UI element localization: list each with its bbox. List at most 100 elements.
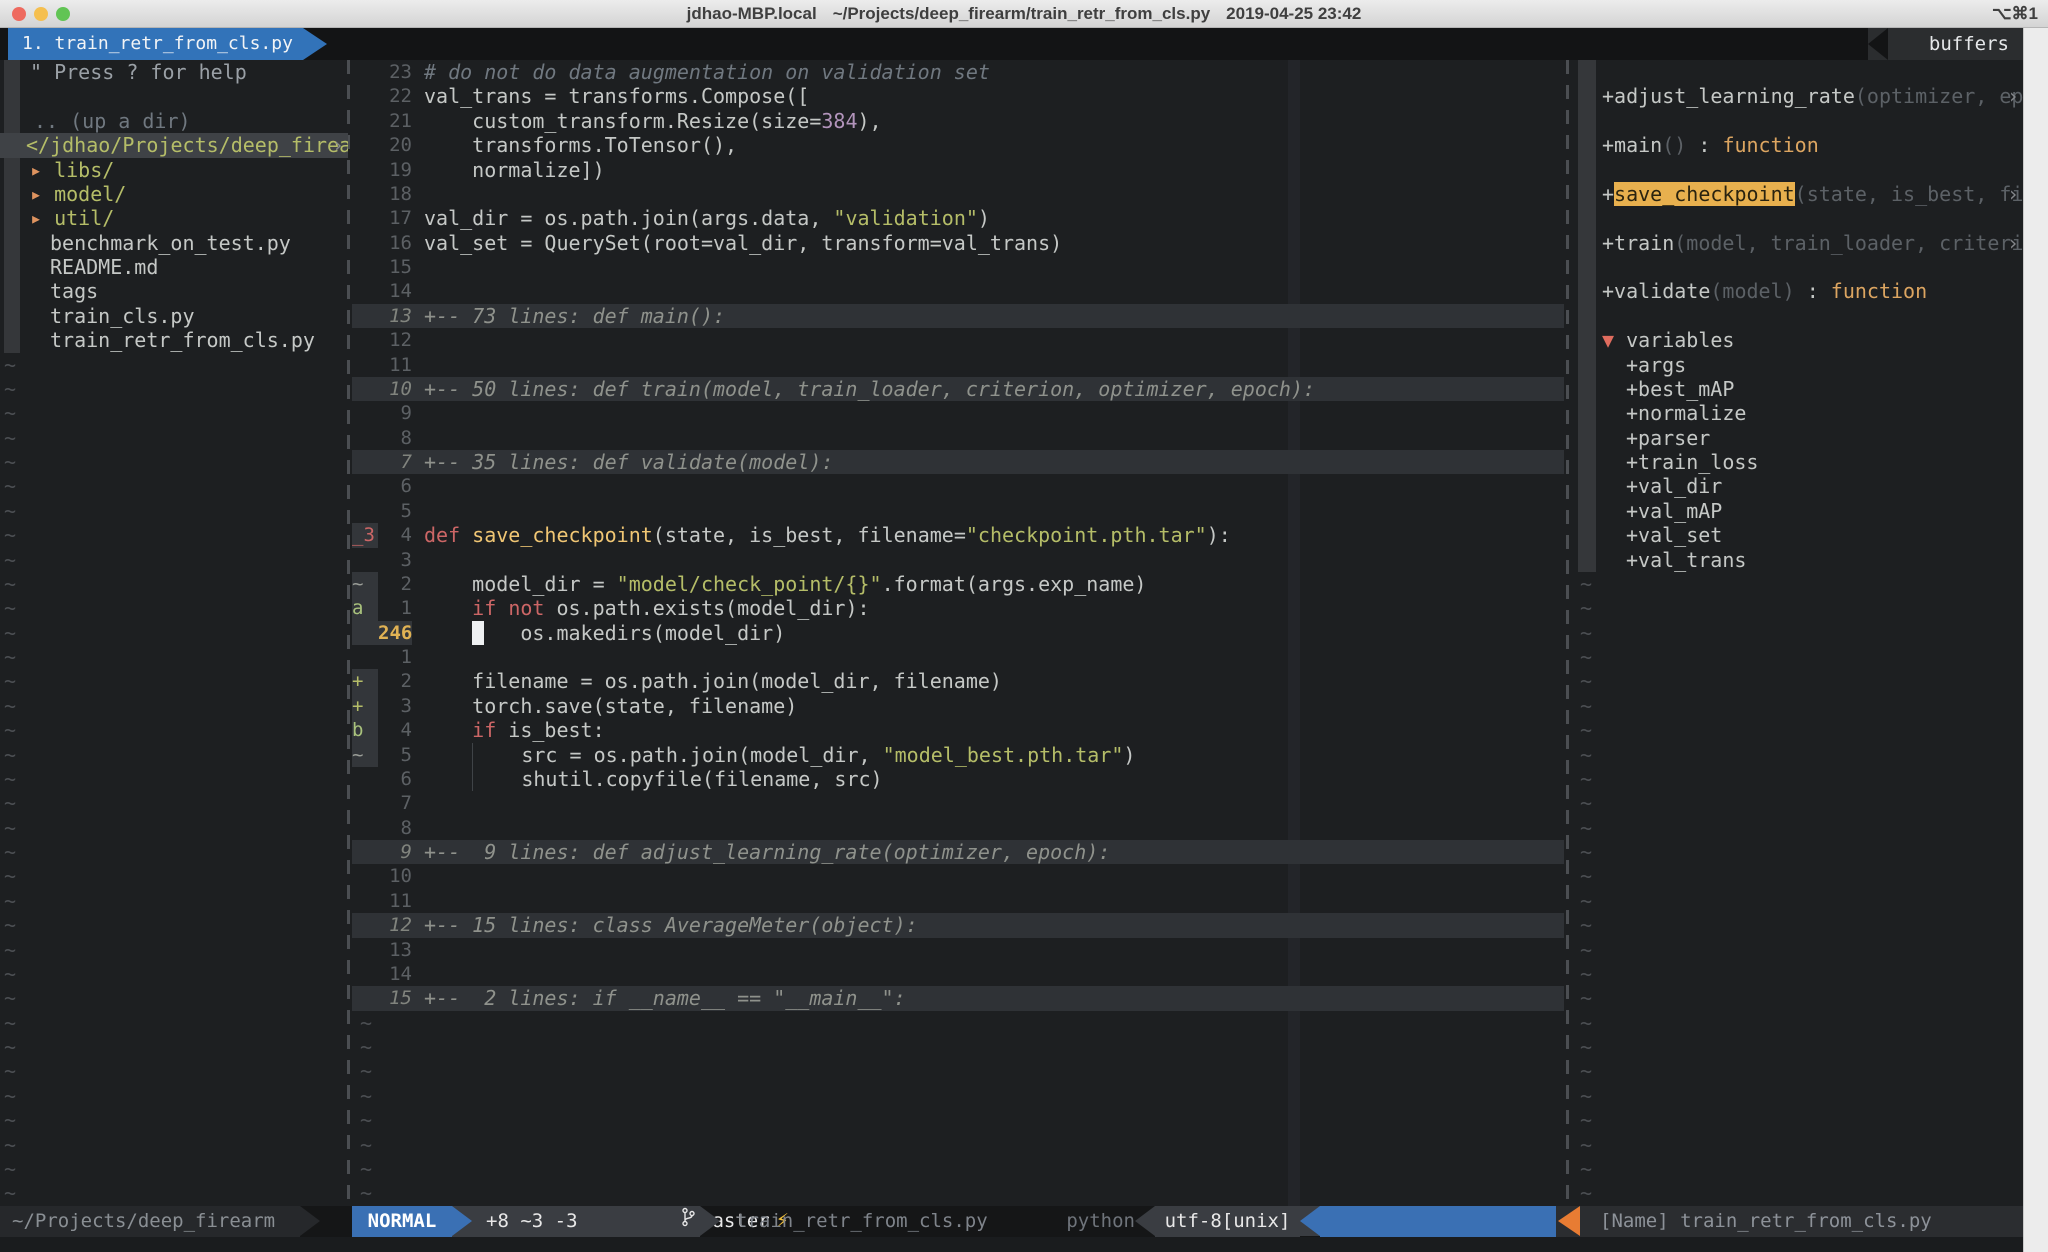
tree-item[interactable]: README.md: [0, 255, 348, 279]
code-line[interactable]: 9: [352, 401, 1564, 425]
ndhelp-text: " Press ? for help: [30, 60, 247, 84]
line-number: 12: [378, 913, 412, 937]
fold-line[interactable]: 9+-- 9 lines: def adjust_learning_rate(o…: [352, 840, 1564, 864]
code-line[interactable]: 246 os.makedirs(model_dir): [352, 621, 1564, 645]
code-line[interactable]: ~2 model_dir = "model/check_point/{}".fo…: [352, 572, 1564, 596]
tag-item[interactable]: +args: [1576, 353, 2023, 377]
fg-text: model_dir =: [424, 572, 617, 596]
fg-text: ~: [352, 1035, 372, 1059]
fold-line[interactable]: 7+-- 35 lines: def validate(model):: [352, 450, 1564, 474]
gutter-sign: [352, 401, 378, 425]
tree-item[interactable]: ▸ model/: [0, 182, 348, 206]
code-line[interactable]: +3 torch.save(state, filename): [352, 694, 1564, 718]
tag-item[interactable]: +main() : function: [1576, 133, 2023, 157]
code-line[interactable]: 20 transforms.ToTensor(),: [352, 133, 1564, 157]
tag-item[interactable]: +normalize: [1576, 401, 2023, 425]
line-number: 15: [378, 255, 412, 279]
line-number: 6: [378, 474, 412, 498]
fold-line[interactable]: 13+-- 73 lines: def main():: [352, 304, 1564, 328]
tn-text: +val_set: [1626, 523, 1722, 547]
code-line[interactable]: 21 custom_transform.Resize(size=384),: [352, 109, 1564, 133]
code-line[interactable]: 16val_set = QuerySet(root=val_dir, trans…: [352, 231, 1564, 255]
code-line[interactable]: 12: [352, 328, 1564, 352]
tag-item[interactable]: +train_loss: [1576, 450, 2023, 474]
tree-item[interactable]: train_cls.py: [0, 304, 348, 328]
tag-item[interactable]: +parser: [1576, 426, 2023, 450]
tab-active-buffer[interactable]: 1. train_retr_from_cls.py: [8, 28, 303, 60]
code-line[interactable]: _34def save_checkpoint(state, is_best, f…: [352, 523, 1564, 547]
tree-item[interactable]: train_retr_from_cls.py: [0, 328, 348, 352]
line-number: 2: [378, 669, 412, 693]
tree-item[interactable]: .. (up a dir): [0, 109, 348, 133]
tag-item[interactable]: +train(model, train_loader, criterio›: [1576, 231, 2023, 255]
tree-item[interactable]: </jdhao/Projects/deep_firear›: [0, 133, 348, 157]
scrollbar-track[interactable]: [2023, 28, 2048, 1252]
tv-text: ▼: [1602, 328, 1626, 352]
code-line[interactable]: 6 shutil.copyfile(filename, src): [352, 767, 1564, 791]
code-line[interactable]: 11: [352, 353, 1564, 377]
ts-text: (): [1662, 133, 1686, 157]
code-line[interactable]: +2 filename = os.path.join(model_dir, fi…: [352, 669, 1564, 693]
code-line[interactable]: 6: [352, 474, 1564, 498]
code-line[interactable]: 17val_dir = os.path.join(args.data, "val…: [352, 206, 1564, 230]
tag-item[interactable]: +adjust_learning_rate(optimizer, epo›: [1576, 84, 2023, 108]
tn-text: +: [1602, 182, 1614, 206]
tag-item[interactable]: ▼ variables: [1576, 328, 2023, 352]
tag-item[interactable]: +validate(model) : function: [1576, 279, 2023, 303]
tag-item[interactable]: +val_dir: [1576, 474, 2023, 498]
tag-item[interactable]: +val_set: [1576, 523, 2023, 547]
code-line[interactable]: 19 normalize]): [352, 158, 1564, 182]
code-line[interactable]: 10: [352, 864, 1564, 888]
code-line[interactable]: 7: [352, 791, 1564, 815]
fg-text: ):: [1207, 523, 1231, 547]
code-line[interactable]: 22val_trans = transforms.Compose([: [352, 84, 1564, 108]
empty-buffer-line: ~: [1576, 1108, 2023, 1132]
empty-buffer-line: ~: [352, 1133, 1564, 1157]
buffers-label[interactable]: buffers: [1868, 28, 2023, 60]
code-line[interactable]: ~5 src = os.path.join(model_dir, "model_…: [352, 743, 1564, 767]
code-line[interactable]: 14: [352, 279, 1564, 303]
window-separator[interactable]: [1566, 60, 1569, 1206]
code-line[interactable]: 3: [352, 548, 1564, 572]
line-number: 20: [378, 133, 412, 157]
code-line[interactable]: 8: [352, 426, 1564, 450]
code-line[interactable]: 13: [352, 938, 1564, 962]
code-line[interactable]: a1 if not os.path.exists(model_dir):: [352, 596, 1564, 620]
code-line[interactable]: 8: [352, 816, 1564, 840]
code-line[interactable]: 15: [352, 255, 1564, 279]
empty-buffer-line: ~: [0, 353, 348, 377]
line-number: 14: [378, 279, 412, 303]
tree-item[interactable]: ▸ util/: [0, 206, 348, 230]
fold-line[interactable]: 10+-- 50 lines: def train(model, train_l…: [352, 377, 1564, 401]
truncation-indicator: ›: [2007, 182, 2019, 206]
tag-item[interactable]: +best_mAP: [1576, 377, 2023, 401]
fg-text: ~: [352, 1108, 372, 1132]
code-line[interactable]: 1: [352, 645, 1564, 669]
tag-item[interactable]: +val_mAP: [1576, 499, 2023, 523]
code-line[interactable]: 14: [352, 962, 1564, 986]
tree-item[interactable]: " Press ? for help: [0, 60, 348, 84]
tn-text: +val_dir: [1626, 474, 1722, 498]
code-line[interactable]: b4 if is_best:: [352, 718, 1564, 742]
gutter-sign: [352, 377, 378, 401]
line-number: 7: [378, 450, 412, 474]
line-number: 13: [378, 304, 412, 328]
fg-text: ),: [857, 109, 881, 133]
window-title-path: ~/Projects/deep_firearm/train_retr_from_…: [833, 4, 1210, 23]
code-line[interactable]: 11: [352, 889, 1564, 913]
tag-item[interactable]: +save_checkpoint(state, is_best, fil›: [1576, 182, 2023, 206]
tree-item[interactable]: benchmark_on_test.py: [0, 231, 348, 255]
code-line[interactable]: 18: [352, 182, 1564, 206]
command-line[interactable]: [0, 1237, 2023, 1252]
tree-item[interactable]: ▸ libs/: [0, 158, 348, 182]
fold-line[interactable]: 12+-- 15 lines: class AverageMeter(objec…: [352, 913, 1564, 937]
nddir-text: libs/: [54, 158, 114, 182]
tag-item[interactable]: +val_trans: [1576, 548, 2023, 572]
str-text: "checkpoint.pth.tar": [966, 523, 1207, 547]
tree-item[interactable]: tags: [0, 279, 348, 303]
fold-line[interactable]: 15+-- 2 lines: if __name__ == "__main__"…: [352, 986, 1564, 1010]
empty-buffer-line: ~: [1576, 986, 2023, 1010]
code-line[interactable]: 23# do not do data augmentation on valid…: [352, 60, 1564, 84]
code-line[interactable]: 5: [352, 499, 1564, 523]
tn-text: +train: [1602, 231, 1674, 255]
